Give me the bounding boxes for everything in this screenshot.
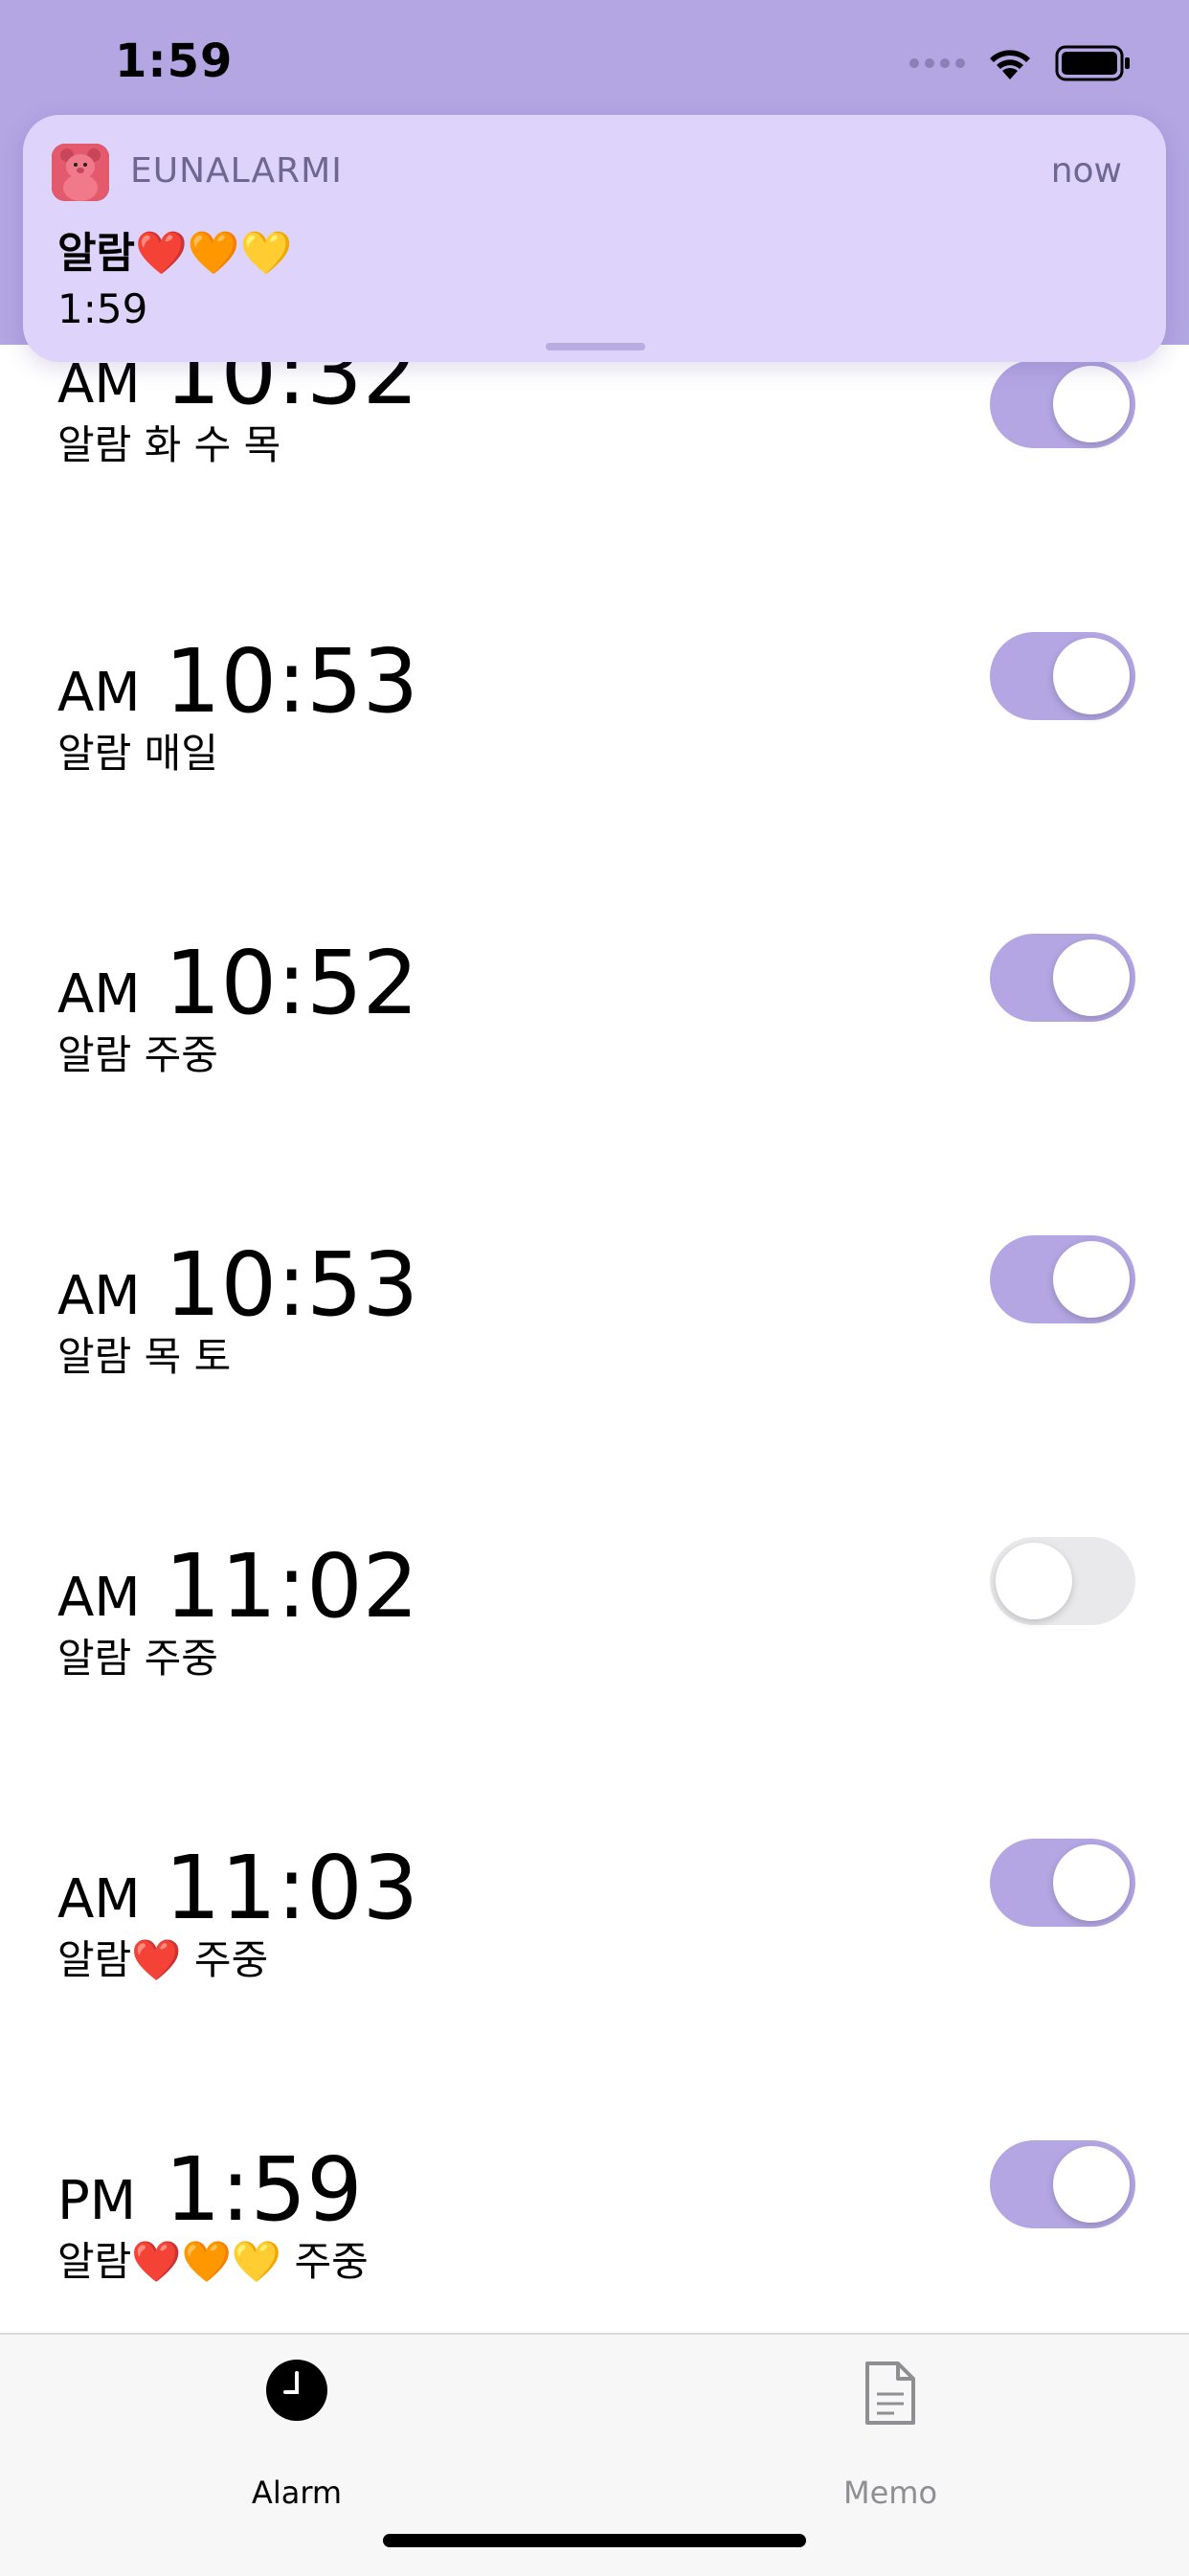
alarm-ampm: PM (57, 2170, 137, 2232)
alarm-time-value: 10:53 (165, 630, 419, 733)
alarm-label: 알람❤️ 주중 (57, 1936, 269, 1983)
alarm-time-value: 10:52 (165, 932, 419, 1034)
toggle-knob (1053, 939, 1130, 1016)
notification-banner[interactable]: EUNALARMI now 알람❤️🧡💛 1:59 (23, 115, 1166, 362)
alarm-toggle[interactable] (990, 1537, 1135, 1625)
alarm-toggle[interactable] (990, 360, 1135, 448)
alarm-toggle[interactable] (990, 1235, 1135, 1323)
status-time: 1:59 (115, 34, 234, 88)
tab-alarm[interactable]: Alarm (201, 2360, 393, 2511)
alarm-row[interactable]: AM 10:53 알람 목 토 (0, 1228, 1189, 1419)
alarm-time-value: 11:03 (165, 1837, 419, 1939)
tab-label: Alarm (251, 2474, 343, 2511)
notification-body: 1:59 (57, 285, 148, 332)
alarm-toggle[interactable] (990, 2140, 1135, 2228)
toggle-knob (1053, 366, 1130, 442)
alarm-toggle[interactable] (990, 632, 1135, 720)
notification-app-name: EUNALARMI (130, 151, 343, 191)
wifi-icon (986, 45, 1034, 81)
alarm-time: AM 11:03 (57, 1831, 632, 1932)
app-icon (52, 144, 109, 201)
alarm-time-value: 1:59 (165, 2138, 363, 2241)
alarm-toggle[interactable] (990, 934, 1135, 1022)
alarm-ampm: AM (57, 662, 141, 724)
tab-memo[interactable]: Memo (795, 2360, 986, 2511)
status-icons (909, 42, 1132, 84)
alarm-row[interactable]: AM 10:52 알람 주중 (0, 926, 1189, 1118)
alarm-row[interactable]: PM 1:59 알람❤️🧡💛 주중 (0, 2133, 1189, 2324)
alarm-toggle[interactable] (990, 1839, 1135, 1927)
signal-icon (909, 58, 965, 68)
home-indicator[interactable] (383, 2534, 806, 2547)
toggle-knob (1053, 1844, 1130, 1921)
alarm-time: AM 10:53 (57, 624, 632, 726)
tab-label: Memo (842, 2474, 938, 2511)
toggle-knob (1053, 638, 1130, 714)
document-icon (860, 2360, 921, 2425)
alarm-row[interactable]: AM 10:53 알람 매일 (0, 624, 1189, 816)
clock-icon (266, 2360, 327, 2421)
alarm-time: AM 10:52 (57, 926, 632, 1028)
toggle-knob (1053, 2146, 1130, 2223)
notification-grabber[interactable] (546, 343, 645, 350)
alarm-ampm: AM (57, 1567, 141, 1629)
alarm-label: 알람❤️🧡💛 주중 (57, 2238, 369, 2285)
notification-time: now (1050, 151, 1122, 191)
alarm-time-value: 10:53 (165, 1233, 419, 1336)
alarm-time: AM 11:02 (57, 1529, 632, 1631)
notification-title: 알람❤️🧡💛 (57, 229, 293, 278)
toggle-knob (996, 1543, 1072, 1619)
alarm-row[interactable]: AM 11:03 알람❤️ 주중 (0, 1831, 1189, 2022)
alarm-label: 알람 화 수 목 (57, 421, 281, 468)
alarm-label: 알람 주중 (57, 1635, 218, 1682)
alarm-ampm: AM (57, 963, 141, 1026)
battery-icon (1055, 44, 1132, 82)
alarm-time: PM 1:59 (57, 2133, 632, 2234)
alarm-row[interactable]: AM 11:02 알람 주중 (0, 1529, 1189, 1721)
alarm-time: AM 10:53 (57, 1228, 632, 1329)
toggle-knob (1053, 1241, 1130, 1318)
alarm-label: 알람 매일 (57, 730, 218, 777)
alarm-label: 알람 주중 (57, 1031, 218, 1078)
alarm-time-value: 11:02 (165, 1535, 419, 1638)
alarm-label: 알람 목 토 (57, 1333, 232, 1380)
alarm-ampm: AM (57, 1868, 141, 1931)
alarm-ampm: AM (57, 1265, 141, 1327)
alarm-ampm: AM (57, 353, 141, 416)
